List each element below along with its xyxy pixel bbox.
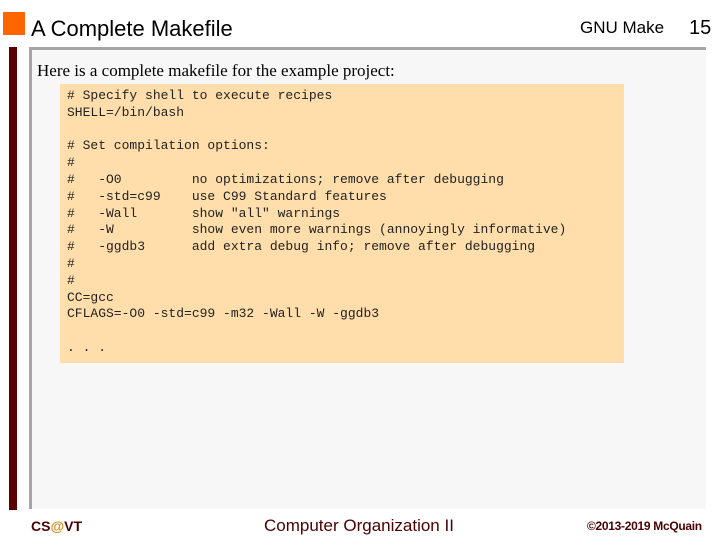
footer-vt: VT: [64, 518, 82, 534]
footer-at-sign: @: [50, 518, 65, 534]
left-accent-bar: [9, 47, 17, 510]
slide-topic: GNU Make: [580, 18, 665, 37]
code-line: # -O0 no optimizations; remove after deb…: [67, 171, 504, 187]
slide-title: A Complete Makefile: [31, 16, 233, 41]
code-line: #: [67, 255, 75, 271]
code-line: # -Wall show "all" warnings: [67, 205, 341, 221]
code-line: CC=gcc: [67, 289, 114, 305]
code-line: # -std=c99 use C99 Standard features: [67, 188, 387, 204]
title-accent-square: [3, 12, 25, 35]
slide-number: 15: [689, 17, 712, 39]
footer-course-label: CS@VT: [31, 518, 82, 535]
code-line: . . .: [67, 339, 107, 355]
code-line: SHELL=/bin/bash: [67, 104, 185, 120]
intro-text: Here is a complete makefile for the exam…: [37, 61, 395, 80]
code-line: CFLAGS=-O0 -std=c99 -m32 -Wall -W -ggdb3: [67, 306, 380, 322]
code-line: #: [67, 155, 75, 171]
code-line: #: [67, 272, 75, 288]
code-line: # -W show even more warnings (annoyingly…: [67, 222, 567, 238]
footer-course-title: Computer Organization II: [264, 516, 454, 535]
code-line: # Set compilation options:: [67, 138, 270, 154]
footer-copyright: ©2013-2019 McQuain: [587, 519, 702, 533]
footer-cs: CS: [31, 518, 51, 534]
code-block: # Specify shell to execute recipes SHELL…: [60, 84, 624, 363]
code-line: # -ggdb3 add extra debug info; remove af…: [67, 239, 536, 255]
code-line: # Specify shell to execute recipes: [67, 88, 333, 103]
